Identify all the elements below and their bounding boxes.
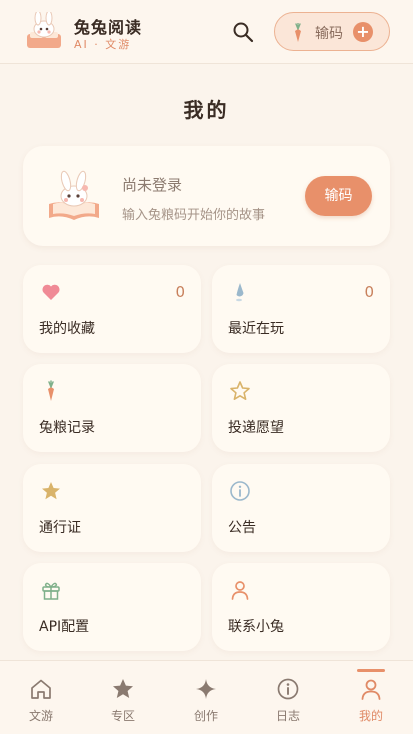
tab-create[interactable]: 创作 xyxy=(165,661,247,734)
star-icon xyxy=(113,679,133,698)
carrot-icon xyxy=(295,23,301,42)
tile-label: 兔粮记录 xyxy=(39,420,95,436)
tile-wish[interactable]: 投递愿望 xyxy=(212,364,390,452)
info-icon xyxy=(277,678,299,700)
tile-favorites[interactable]: 0 我的收藏 xyxy=(23,265,201,353)
tile-label: 投递愿望 xyxy=(228,420,284,436)
user-icon xyxy=(231,581,249,600)
enter-code-button[interactable]: 输码 xyxy=(305,176,372,216)
star-outline-icon xyxy=(230,381,250,400)
tile-label: 公告 xyxy=(228,520,256,536)
tile-pass[interactable]: 通行证 xyxy=(23,464,201,552)
tab-zone[interactable]: 专区 xyxy=(82,661,164,734)
tile-label: 联系小兔 xyxy=(228,619,284,635)
favorites-count: 0 xyxy=(175,283,185,301)
info-icon xyxy=(230,481,250,501)
page-title: 我的 xyxy=(183,98,230,122)
app-subtitle: AI · 文游 xyxy=(74,38,132,51)
search-icon[interactable] xyxy=(231,20,255,44)
tile-recent[interactable]: 0 最近在玩 xyxy=(212,265,390,353)
tab-log[interactable]: 日志 xyxy=(247,661,329,734)
heart-icon xyxy=(42,284,60,300)
tab-label: 文游 xyxy=(28,709,53,723)
tab-mine[interactable]: 我的 xyxy=(330,661,412,734)
tile-label: 最近在玩 xyxy=(228,321,284,337)
tile-label: API配置 xyxy=(39,619,90,635)
recent-count: 0 xyxy=(364,283,374,301)
bunny-logo-icon xyxy=(27,12,61,48)
login-card: 尚未登录 输入兔粮码开始你的故事 输码 xyxy=(23,146,390,246)
tab-label: 创作 xyxy=(193,709,218,723)
bunny-reading-icon xyxy=(49,170,99,220)
app-title: 兔兔阅读 xyxy=(74,18,143,37)
star-icon xyxy=(42,482,60,500)
bottom-tab-bar: 文游 专区 创作 日志 我的 xyxy=(0,660,413,734)
header-code-label: 输码 xyxy=(315,26,343,42)
header-code-button[interactable]: 输码 + xyxy=(274,12,390,51)
sparkle-icon xyxy=(196,679,216,699)
tab-label: 我的 xyxy=(358,709,383,723)
tile-api-config[interactable]: API配置 xyxy=(23,563,201,651)
tile-announcement[interactable]: 公告 xyxy=(212,464,390,552)
user-icon xyxy=(361,679,381,700)
plus-icon: + xyxy=(353,22,373,42)
gift-icon xyxy=(42,582,60,600)
tile-label: 我的收藏 xyxy=(39,321,95,337)
active-tab-indicator xyxy=(357,669,385,672)
tile-label: 通行证 xyxy=(39,520,81,536)
login-hint: 输入兔粮码开始你的故事 xyxy=(122,208,266,223)
home-icon xyxy=(31,679,51,699)
login-status: 尚未登录 xyxy=(122,176,183,194)
tile-contact[interactable]: 联系小兔 xyxy=(212,563,390,651)
carrot-icon xyxy=(48,380,54,401)
drop-icon xyxy=(236,283,244,302)
tab-wenyou[interactable]: 文游 xyxy=(0,661,82,734)
tile-food-records[interactable]: 兔粮记录 xyxy=(23,364,201,452)
tab-label: 日志 xyxy=(275,709,300,723)
app-header: 兔兔阅读 AI · 文游 输码 + xyxy=(0,0,413,64)
tab-label: 专区 xyxy=(110,709,135,723)
